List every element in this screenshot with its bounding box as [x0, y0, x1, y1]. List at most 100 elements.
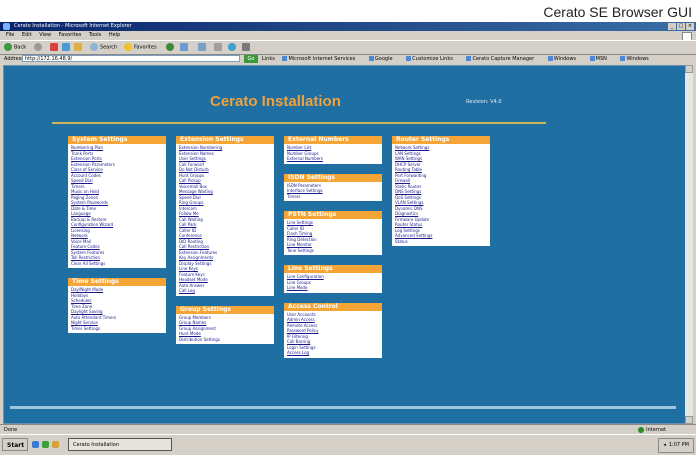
settings-link[interactable]: Timer Settings [71, 326, 163, 332]
settings-link[interactable]: Access Log [287, 350, 379, 356]
menu-help[interactable]: Help [109, 32, 120, 38]
menu-heading: ISDN Settings [284, 173, 382, 182]
settings-menu: ISDN Settings ISDN Parameters Interface Se… [284, 173, 382, 201]
links-label: Links [262, 56, 275, 62]
settings-menu: Time Settings Day/Night Mode Holidays Sched… [68, 278, 166, 333]
ie-icon[interactable] [32, 441, 39, 448]
menu-heading: PSTN Settings [284, 211, 382, 219]
media-button[interactable] [166, 43, 176, 52]
link-icon [282, 56, 288, 61]
print-icon [214, 43, 222, 51]
link-item[interactable]: Microsoft Internet Services [282, 56, 361, 62]
back-button[interactable]: Back [4, 43, 26, 52]
volume-icon[interactable]: ◂ [663, 439, 666, 452]
folder-icon[interactable] [52, 441, 59, 448]
settings-link[interactable]: External Numbers [287, 156, 379, 162]
revision-label: Revision: V4.0 [466, 99, 502, 105]
menu-heading: External Numbers [284, 136, 382, 144]
link-icon [589, 56, 595, 61]
link-icon [547, 56, 553, 61]
taskbar: Start Cerato Installation ◂ 1:07 PM [0, 434, 696, 455]
star-icon [124, 43, 132, 51]
desktop-icon[interactable] [42, 441, 49, 448]
research-icon [242, 43, 250, 51]
address-label: Address [4, 56, 24, 62]
links-bar: Links Microsoft Internet Services Google… [262, 54, 661, 64]
start-button[interactable]: Start [2, 438, 28, 451]
menu-heading: Router Settings [392, 136, 490, 144]
link-item[interactable]: Windows [620, 56, 654, 62]
settings-menu: System Settings Numbering Plan Trunk Ports… [68, 136, 166, 268]
title-bar: Cerato Installation - Microsoft Internet… [0, 22, 696, 31]
menu-links: Day/Night Mode Holidays Schedules Time Zone… [68, 286, 166, 333]
menu-bar: File Edit View Favorites Tools Help [0, 31, 696, 41]
maximize-button[interactable]: □ [677, 23, 685, 30]
menu-links: Extension Numbering Extension Names User S… [176, 144, 274, 296]
mail-icon [198, 43, 206, 51]
history-button[interactable] [180, 43, 190, 52]
settings-menu: Router Settings Network Settings LAN Setti… [392, 136, 490, 246]
settings-link[interactable]: Status [395, 239, 487, 245]
research-button[interactable] [242, 43, 252, 52]
menu-links: Line Settings Caller ID Flash Timing Ring D… [284, 219, 382, 255]
vertical-scrollbar[interactable] [685, 65, 693, 424]
clock: 1:07 PM [668, 442, 689, 448]
figure-caption: Cerato SE Browser GUI [543, 4, 692, 20]
settings-link[interactable]: Tone Settings [287, 248, 379, 254]
settings-link[interactable]: Line Mode [287, 285, 379, 291]
menu-view[interactable]: View [39, 32, 51, 38]
history-icon [180, 43, 188, 51]
mail-button[interactable] [198, 43, 208, 52]
print-button[interactable] [214, 43, 224, 52]
settings-menu: External Numbers Number List Number Groups… [284, 136, 382, 164]
back-arrow-icon [4, 43, 12, 51]
menu-heading: Extension Settings [176, 136, 274, 144]
menu-links: Number List Number Groups External Numbers [284, 144, 382, 164]
settings-link[interactable]: Timers [287, 194, 379, 200]
address-input[interactable]: http://172.16.48.9/ [22, 55, 240, 62]
settings-menu: Access Control User Accounts Admin Access R… [284, 302, 382, 358]
browser-screenshot: Cerato Installation - Microsoft Internet… [0, 22, 696, 455]
refresh-button[interactable] [62, 43, 72, 52]
link-item[interactable]: Windows [547, 56, 582, 62]
settings-link[interactable]: Call Log [179, 288, 271, 294]
stop-button[interactable] [50, 43, 60, 52]
menu-links: Line Configuration Line Groups Line Mode [284, 273, 382, 293]
scroll-up-button[interactable] [685, 65, 693, 73]
menu-heading: Line Settings [284, 265, 382, 273]
close-button[interactable]: × [686, 23, 694, 30]
window-title: Cerato Installation - Microsoft Internet… [14, 23, 132, 29]
go-button[interactable]: Go [244, 55, 258, 63]
settings-menu: Line Settings Line Configuration Line Grou… [284, 265, 382, 293]
home-icon [74, 43, 82, 51]
ie-icon [3, 23, 10, 30]
messenger-button[interactable] [228, 43, 238, 52]
menu-favorites[interactable]: Favorites [59, 32, 82, 38]
menu-edit[interactable]: Edit [22, 32, 32, 38]
link-item[interactable]: Google [368, 56, 399, 62]
scroll-down-button[interactable] [685, 416, 693, 424]
menu-links: Network Settings LAN Settings WAN Settings… [392, 144, 490, 246]
settings-link[interactable]: Distribution Settings [179, 337, 271, 343]
menu-file[interactable]: File [6, 32, 14, 38]
internet-zone-icon [638, 427, 645, 433]
link-item[interactable]: Customize Links [406, 56, 459, 62]
link-item[interactable]: Cerato Capture Manager [466, 56, 540, 62]
menu-links: Group Members Group Names Group Assignment… [176, 313, 274, 344]
header-divider [52, 122, 546, 124]
page-content: Cerato Installation Revision: V4.0 Syste… [3, 65, 687, 424]
menu-tools[interactable]: Tools [89, 32, 101, 38]
settings-menu: PSTN Settings Line Settings Caller ID Flash… [284, 211, 382, 255]
search-button[interactable]: Search [90, 43, 117, 52]
home-button[interactable] [74, 43, 84, 52]
link-item[interactable]: MSN [589, 56, 613, 62]
messenger-icon [228, 43, 236, 51]
settings-link[interactable]: Clear All Settings [71, 261, 163, 267]
favorites-button[interactable]: Favorites [124, 43, 157, 52]
minimize-button[interactable]: _ [668, 23, 676, 30]
quick-launch [32, 441, 59, 448]
link-icon [406, 56, 412, 61]
menu-heading: Group Settings [176, 305, 274, 314]
taskbar-window-button[interactable]: Cerato Installation [68, 438, 172, 451]
forward-button[interactable] [34, 43, 44, 52]
